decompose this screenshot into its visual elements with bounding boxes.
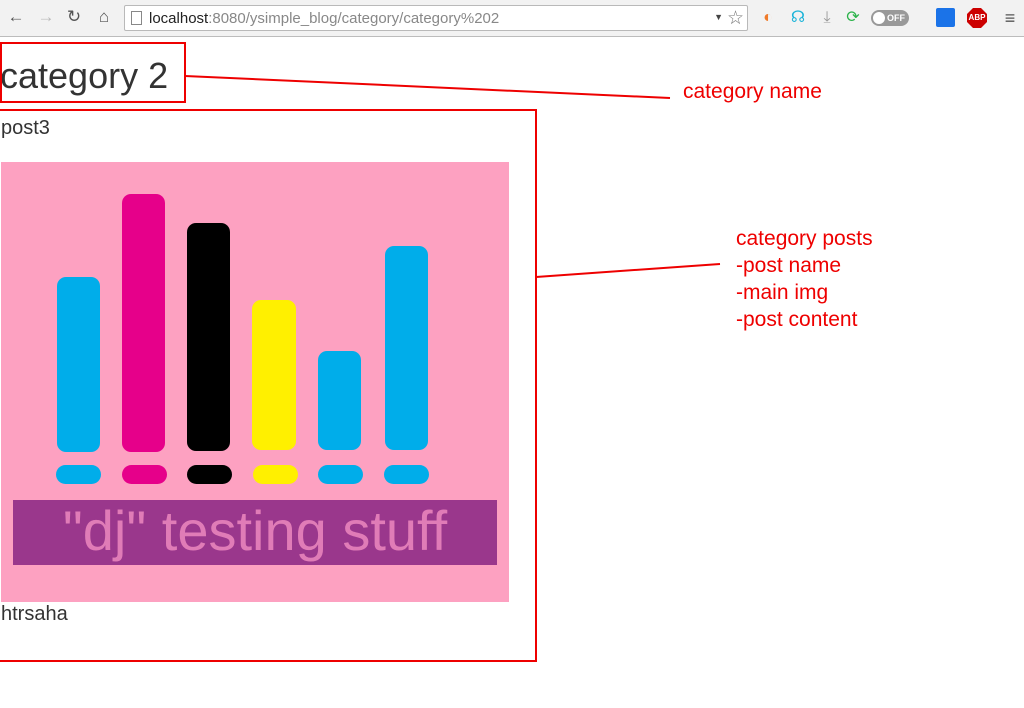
annotation-category-posts: category posts -post name -main img -pos… xyxy=(736,225,873,333)
annotation-line xyxy=(535,263,721,278)
annotation-line xyxy=(184,75,671,99)
annotation-line-text: -main img xyxy=(736,281,829,304)
annotation-line-text: category posts xyxy=(736,227,873,250)
annotation-lines xyxy=(184,75,721,278)
annotation-line-text: -post name xyxy=(736,254,842,277)
annotation-category-name: category name xyxy=(683,80,822,103)
annotation-line-text: -post content xyxy=(736,308,858,331)
